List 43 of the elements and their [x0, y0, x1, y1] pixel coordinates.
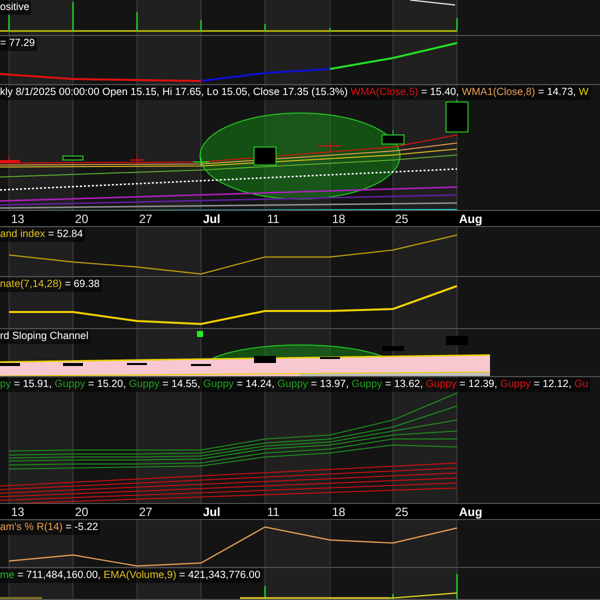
candlestick: [254, 146, 276, 166]
candlestick: [191, 364, 211, 366]
axis-label: 18: [332, 212, 346, 226]
candlestick: [0, 363, 20, 366]
axis-label: 27: [139, 212, 152, 226]
indicator-legend: am's % R(14) = -5.22: [0, 521, 100, 535]
axis-label: 27: [139, 505, 152, 519]
indicator-legend: kly 8/1/2025 00:00:00 Open 15.15, Hi 17.65, Lo 15.05, Close 17.35 (15.3%) WMA(Close,5) = 15.40, WMA1(Close,8) = 14.73, W: [0, 86, 591, 100]
axis-label: 13: [11, 212, 24, 226]
candlestick: [63, 363, 83, 366]
axis-label: Jul: [203, 212, 220, 226]
axis-label: 13: [11, 505, 24, 519]
candlestick: [382, 346, 404, 351]
axis-label: Aug: [459, 212, 482, 226]
indicator-legend: and index = 52.84: [0, 228, 85, 242]
axis-label: 25: [395, 212, 408, 226]
candlestick: [446, 98, 468, 132]
indicator-legend: rd Sloping Channel: [0, 330, 90, 344]
marker-square: [197, 331, 203, 337]
indicator-legend: ositive: [0, 1, 32, 15]
candlestick: [320, 357, 340, 359]
candlestick: [446, 336, 468, 345]
candlestick: [130, 154, 144, 164]
candlestick: [0, 156, 20, 166]
indicator-legend: nate(7,14,28) = 69.38: [0, 278, 102, 292]
candlestick: [382, 130, 404, 144]
axis-label: Aug: [459, 505, 482, 519]
candlestick: [318, 142, 342, 152]
indicator-line: [410, 0, 456, 6]
indicator-legend: = 77.29: [0, 37, 37, 51]
axis-label: 20: [75, 505, 88, 519]
axis-label: 25: [395, 505, 408, 519]
axis-label: 18: [332, 505, 346, 519]
axis-label: 20: [75, 212, 88, 226]
axis-label: 11: [267, 505, 280, 519]
axis-label: 11: [267, 212, 280, 226]
candlestick: [192, 158, 210, 166]
axis-label: Jul: [203, 505, 220, 519]
indicator-legend: me = 711,484,160.00, EMA(Volume,9) = 421,343,776.00: [0, 569, 262, 583]
candlestick: [127, 363, 147, 365]
candlestick: [254, 356, 276, 363]
indicator-legend: py = 15.91, Guppy = 15.20, Guppy = 14.55, Guppy = 14.24, Guppy = 13.97, Guppy = 13.62, Guppy = 12.39, Guppy = 12.12, Gu: [0, 378, 590, 392]
candlestick: [62, 156, 84, 160]
